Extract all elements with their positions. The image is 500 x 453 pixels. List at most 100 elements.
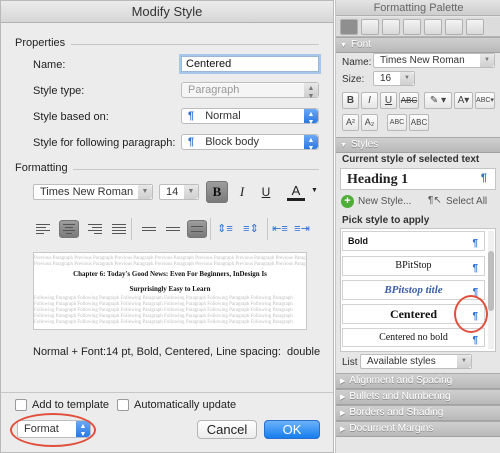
triangle-right-icon: ▶ (340, 394, 346, 401)
style-item-label: BPitstop title (384, 284, 443, 296)
style-type-select[interactable]: Paragraph ▲ ▼ (181, 82, 319, 100)
space-after-icon[interactable]: ≡⇕ (241, 220, 261, 238)
palette-font-color-button[interactable]: A▾ (454, 92, 473, 109)
palette-title: Formatting Palette (336, 0, 500, 16)
compatibility-tab-icon[interactable] (445, 19, 463, 35)
reference-tab-icon[interactable] (424, 19, 442, 35)
based-on-label: Style based on: (33, 111, 109, 123)
scrapbook-tab-icon[interactable] (466, 19, 484, 35)
style-item-label: Centered (389, 307, 438, 321)
preview-previous-text: Previous Paragraph Previous Paragraph Pr… (34, 262, 307, 267)
borders-shading-header[interactable]: ▶ Borders and Shading (336, 405, 500, 421)
underline-button[interactable]: U (259, 183, 273, 201)
section-label: Borders and Shading (349, 407, 444, 418)
superscript-button[interactable]: A² (342, 114, 359, 131)
decrease-indent-icon[interactable]: ⇤≡ (271, 220, 289, 238)
font-color-button[interactable]: A (287, 183, 305, 201)
bold-button[interactable]: B (206, 181, 228, 203)
style-item-bold[interactable]: Bold ¶ (342, 231, 485, 251)
font-select[interactable]: Times New Roman ▼ (33, 184, 153, 200)
following-value: Block body (205, 136, 259, 148)
palette-size-select[interactable]: 16 ▼ (373, 71, 415, 86)
current-style-value: Heading 1 (347, 172, 409, 187)
align-center-button[interactable] (59, 220, 79, 238)
chevron-down-icon[interactable]: ▼ (311, 187, 318, 194)
paragraph-icon: ¶ (188, 110, 195, 122)
styles-section-header[interactable]: ▼ Styles (336, 137, 500, 153)
palette-highlight-button[interactable]: ✎ ▾ (424, 92, 452, 109)
palette-text-effects-button[interactable]: ABC▾ (475, 92, 495, 109)
bottom-divider (1, 392, 333, 393)
palette-italic-button[interactable]: I (361, 92, 378, 109)
small-caps-button[interactable]: ABC (387, 114, 407, 131)
style-item-label: Centered no bold (379, 332, 448, 343)
select-all-button[interactable]: Select All (446, 196, 487, 207)
scrollbar-thumb[interactable] (488, 251, 494, 311)
styles-tab-icon[interactable] (382, 19, 400, 35)
single-spacing-button[interactable] (139, 220, 159, 238)
current-style-box[interactable]: Heading 1 ¶ (340, 168, 496, 190)
font-section-header[interactable]: ▼ Font (336, 37, 500, 53)
pick-style-label: Pick style to apply (342, 215, 430, 226)
document-margins-header[interactable]: ▶ Document Margins (336, 421, 500, 437)
ok-button[interactable]: OK (264, 420, 320, 439)
object-tab-icon[interactable] (361, 19, 379, 35)
current-style-label: Current style of selected text (342, 154, 480, 165)
section-label: Alignment and Spacing (349, 375, 453, 386)
palette-underline-button[interactable]: U (380, 92, 397, 109)
space-before-icon[interactable]: ⇕≡ (215, 220, 235, 238)
following-select[interactable]: ¶ Block body ▲ ▼ (181, 134, 319, 152)
formatting-tab-icon[interactable] (340, 19, 358, 35)
double-spacing-button[interactable] (187, 220, 207, 238)
list-label: List (342, 357, 358, 368)
following-label: Style for following paragraph: (33, 137, 176, 149)
one-half-spacing-button[interactable] (163, 220, 183, 238)
list-select[interactable]: Available styles ▼ (360, 354, 472, 369)
align-right-button[interactable] (85, 220, 105, 238)
styles-section-label: Styles (350, 139, 379, 150)
media-tab-icon[interactable] (403, 19, 421, 35)
style-item-label: Bold (348, 236, 368, 246)
chevron-updown-icon: ▲ ▼ (304, 135, 318, 152)
based-on-select[interactable]: ¶ Normal ▲ ▼ (181, 108, 319, 126)
auto-update-checkbox[interactable] (117, 399, 129, 411)
paragraph-icon: ¶ (188, 136, 195, 148)
all-caps-button[interactable]: ABC (409, 114, 429, 131)
palette-font-select[interactable]: Times New Roman ▼ (373, 53, 495, 68)
bullets-numbering-header[interactable]: ▶ Bullets and Numbering (336, 389, 500, 405)
subscript-button[interactable]: A₂ (361, 114, 378, 131)
toolbar-divider (267, 218, 268, 240)
preview-following-text: Following Paragraph Following Paragraph … (34, 320, 293, 325)
modify-style-dialog: Modify Style Properties Name: Centered S… (0, 0, 334, 453)
add-to-template-checkbox[interactable] (15, 399, 27, 411)
cancel-button[interactable]: Cancel (197, 420, 257, 439)
style-item-bpitstop[interactable]: BPitStop ¶ (342, 256, 485, 276)
section-label: Document Margins (349, 423, 434, 434)
style-list-scrollbar[interactable] (488, 231, 494, 349)
palette-strikethrough-button[interactable]: ABC (399, 92, 419, 109)
style-type-label: Style type: (33, 85, 85, 97)
chevron-updown-icon: ▲ ▼ (304, 109, 318, 126)
style-name-input[interactable]: Centered (181, 56, 319, 72)
chevron-down-icon: ▼ (400, 72, 414, 85)
font-size-select[interactable]: 14 ▼ (159, 184, 199, 200)
align-left-button[interactable] (33, 220, 53, 238)
new-style-button[interactable]: New Style... (358, 196, 411, 207)
properties-divider (71, 44, 319, 45)
palette-size-value: 16 (380, 73, 392, 84)
formatting-heading: Formatting (15, 162, 68, 174)
auto-update-label: Automatically update (134, 399, 237, 411)
style-description: Normal + Font:14 pt, Bold, Centered, Lin… (33, 346, 321, 358)
justify-button[interactable] (109, 220, 129, 238)
italic-button[interactable]: I (235, 183, 249, 201)
alignment-spacing-header[interactable]: ▶ Alignment and Spacing (336, 373, 500, 389)
add-icon[interactable]: + (341, 195, 354, 208)
increase-indent-icon[interactable]: ≡⇥ (293, 220, 311, 238)
palette-bold-button[interactable]: B (342, 92, 359, 109)
chevron-updown-icon: ▲ ▼ (304, 83, 318, 100)
paragraph-icon: ¶ (472, 335, 478, 346)
toolbar-divider (131, 218, 132, 240)
annotation-circle (454, 295, 488, 333)
style-type-value: Paragraph (188, 84, 240, 96)
add-to-template-label: Add to template (32, 399, 110, 411)
